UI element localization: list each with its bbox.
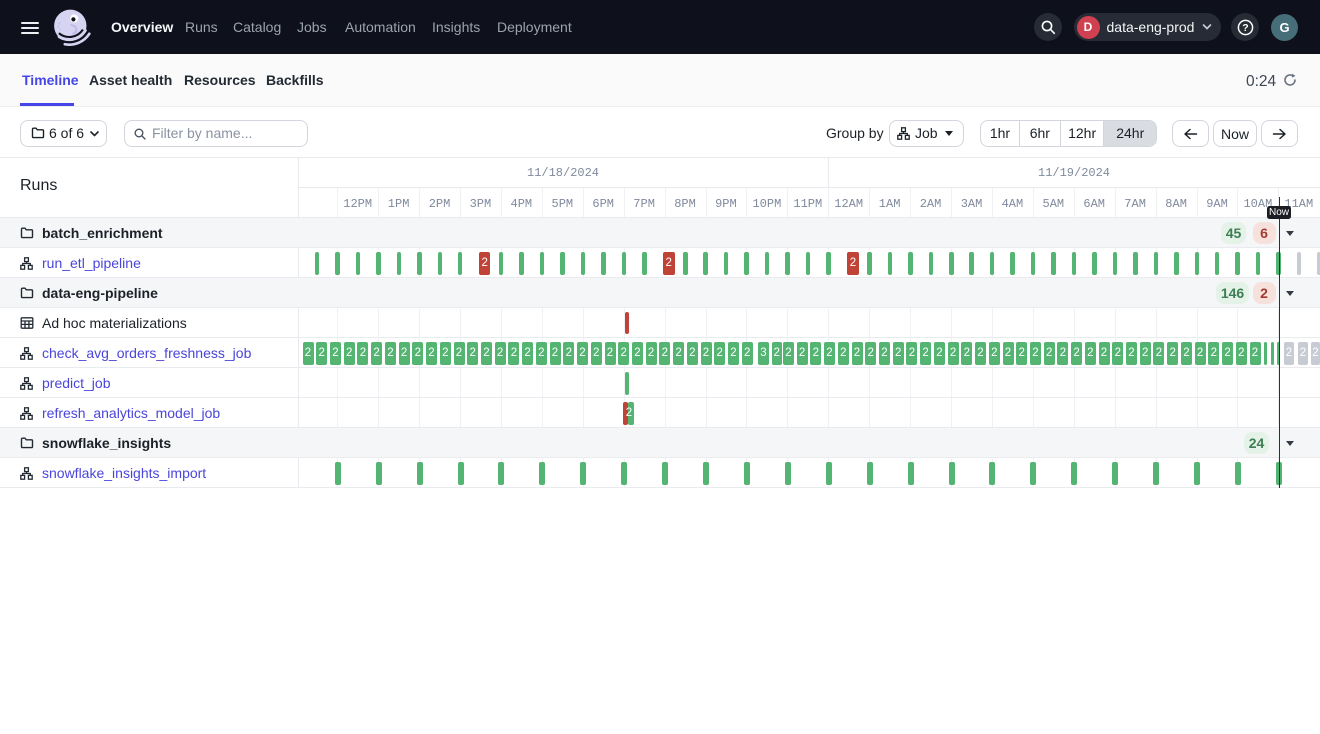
svg-text:?: ? <box>1242 22 1248 34</box>
